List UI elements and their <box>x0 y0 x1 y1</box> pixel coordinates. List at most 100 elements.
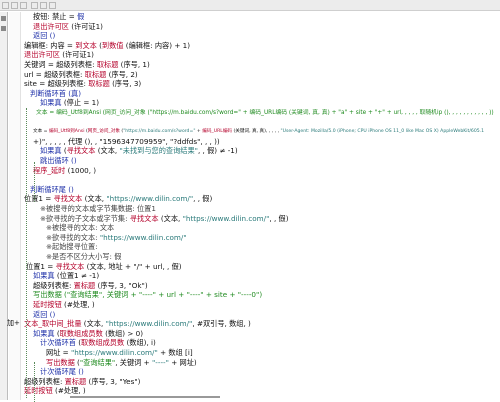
code-line[interactable]: 如果真 (停止 = 1) <box>40 98 99 108</box>
horizontal-scrollbar[interactable] <box>70 396 220 398</box>
code-token: (序号, 3) <box>109 79 142 89</box>
code-token: (停止 = 1) <box>61 98 100 108</box>
code-line[interactable]: ※欲寻找的文本: "https://www.dilin.com/" <box>46 233 187 243</box>
code-token: 延时按钮 <box>33 300 62 309</box>
code-line[interactable]: 超级列表框: 置标题 (序号, 3, "Yes") <box>24 377 140 387</box>
fold-marker[interactable]: 加+ <box>7 318 20 328</box>
code-token: 返回 () <box>33 309 56 319</box>
code-line[interactable]: ※被搜寻的文本或字节集数据: 位置1 <box>40 204 156 214</box>
code-token: 延时按钮 <box>24 386 53 396</box>
code-token: 位置1 = <box>26 261 56 271</box>
code-token: "https://www.dilin.com/" <box>99 232 187 242</box>
code-line[interactable]: 如果真 (位置1 ≠ -1) <box>33 271 99 281</box>
editor-gutter <box>9 12 21 400</box>
code-line[interactable]: 如果真 (寻找文本 (文本, "未找到与您的查询结果", , 假) ≠ -1) <box>40 146 238 156</box>
code-token: (#处理, ) <box>52 386 86 396</box>
code-line[interactable]: 位置1 = 寻找文本 (文本, "https://www.dilin.com/"… <box>24 194 212 204</box>
code-token: , , 假) <box>193 194 213 204</box>
toolbar <box>0 0 500 11</box>
code-line[interactable]: 位置1 = 寻找文本 (文本, 地址 + "/" + url, , 假) <box>26 262 182 272</box>
code-token: (数组), i) <box>124 338 156 348</box>
code-token: 取标题 <box>88 79 110 89</box>
code-token: (数组) > 0) <box>102 328 144 338</box>
code-token: 到数值 <box>101 40 124 50</box>
code-line[interactable]: 如果真 (取数组成员数 (数组) > 0) <box>33 329 143 339</box>
code-line[interactable]: ※欲寻找的子文本或字节集: 寻找文本 (文本, "https://www.dil… <box>40 214 289 224</box>
code-token: (编辑框: 内容) + 1) <box>123 40 191 50</box>
code-line[interactable]: 退出许可区 (许可证1) <box>24 50 94 60</box>
code-token: (文本, <box>82 194 107 204</box>
code-line[interactable]: 退出许可区 (许可证1) <box>33 22 103 32</box>
code-token: 超级列表框: <box>33 280 74 290</box>
code-token: (序号, 1) <box>118 60 150 69</box>
code-token: 取标题 <box>84 69 107 79</box>
code-token: (许可证1) <box>59 50 94 60</box>
code-token: 网址 = <box>46 348 71 357</box>
toolbar-icon-2[interactable] <box>11 2 18 9</box>
code-token: "https://www.dilin.com/" <box>105 319 193 329</box>
code-token: 按钮: 禁止 = <box>33 12 78 21</box>
code-line[interactable]: 网址 = "https://www.dilin.com/" + 数组 [i] <box>46 348 193 358</box>
code-token: 置标题 <box>64 376 87 386</box>
code-token: 编码_URL编码 <box>202 129 233 135</box>
code-token: (1000, ) <box>65 165 97 175</box>
code-line[interactable]: site = 超级列表框: 取标题 (序号, 3) <box>24 79 141 89</box>
code-token: "未找到与您的查询结果" <box>119 146 198 156</box>
code-token: ※欲寻找的子文本或字节集: <box>40 213 130 223</box>
code-token: 编码_Utf8到Ansi <box>48 129 85 135</box>
code-token: "https://m.baidu.com/s?word=" <box>123 129 196 135</box>
code-editor[interactable]: 按钮: 禁止 = 假退出许可区 (许可证1) 返回 () 编辑框: 内容 = 到文本… <box>22 12 498 400</box>
code-token: 寻找文本 <box>129 213 159 223</box>
code-line[interactable]: 写出数据 ("查询结果", 关键词 + "----" + 网址) <box>46 358 197 368</box>
code-token: +)", , , , , 代理 (), , "1596347709959", "… <box>33 136 220 146</box>
code-line[interactable]: 判断循环首 (真) <box>30 89 81 99</box>
code-line[interactable]: 程序_延时 (1000, ) <box>33 166 96 176</box>
code-line[interactable]: 文本_取中间_批量 (文本, "https://www.dilin.com/",… <box>24 319 251 329</box>
tree-guide <box>34 362 35 402</box>
code-token: 寻找文本 <box>66 146 96 156</box>
panel-icon[interactable] <box>1 26 6 31</box>
code-line[interactable]: +)", , , , , 代理 (), , "1596347709959", "… <box>33 137 220 147</box>
toolbar-icon-5[interactable] <box>40 2 47 9</box>
left-panel <box>0 12 8 400</box>
code-line[interactable]: 编辑框: 内容 = 到文本 (到数值 (编辑框: 内容) + 1) <box>24 41 190 51</box>
code-token: url = 超级列表框: <box>24 69 85 79</box>
code-token: ※被搜寻的文本: 文本 <box>46 223 115 233</box>
code-token: 关键词 = 超级列表框: <box>24 60 97 69</box>
code-token: "查询结果" <box>79 357 116 367</box>
code-token: (序号, 2) <box>106 69 138 79</box>
code-line[interactable]: 延时按钮 (#处理, ) <box>33 300 95 310</box>
code-line[interactable]: 文本 = 编码_Utf8到Ansi (网页_访问_对象 ("https://m.… <box>33 127 484 137</box>
code-token: 如果真 <box>33 271 55 281</box>
code-line[interactable]: ※起始搜寻位置: <box>46 242 98 252</box>
code-line[interactable]: 超级列表框: 置标题 (序号, 3, "Ok") <box>33 281 148 291</box>
toolbar-icon-6[interactable] <box>49 2 56 9</box>
code-line[interactable]: 计次循环首 (取数组成员数 (数组), i) <box>40 338 156 348</box>
toolbar-icon-3[interactable] <box>20 2 27 9</box>
code-token: ※起始搜寻位置: <box>46 242 98 252</box>
code-token: , , 假) ≠ -1) <box>197 146 238 156</box>
code-line[interactable]: ※是否不区分大小写: 假 <box>46 252 121 262</box>
code-line[interactable]: 文本 = 编码_Utf8到Ansi (网页_访问_对象 ("https://m.… <box>36 108 494 118</box>
tree-guide <box>26 108 27 398</box>
code-line[interactable]: ※被搜寻的文本: 文本 <box>46 223 114 233</box>
panel-icon[interactable] <box>1 16 6 21</box>
code-line[interactable]: 按钮: 禁止 = 假 <box>33 12 84 22</box>
code-line[interactable]: 返回 () <box>33 31 55 41</box>
code-line[interactable]: 跳出循环 () <box>40 156 77 166</box>
code-token: (文本, <box>81 319 106 329</box>
code-line[interactable]: 关键词 = 超级列表框: 取标题 (序号, 1) <box>24 60 150 70</box>
code-line[interactable]: 写出数据 ("查询结果", 关键词 + "----" + url + "----… <box>33 290 262 300</box>
code-token: 位置1 = <box>24 194 54 204</box>
code-line[interactable]: 判断循环尾 () <box>30 185 74 195</box>
code-token: + 数组 [i] <box>157 348 193 357</box>
code-line[interactable]: url = 超级列表框: 取标题 (序号, 2) <box>24 70 138 80</box>
toolbar-icon-1[interactable] <box>2 2 9 9</box>
code-token: 文本_取中间_批量 <box>24 319 82 329</box>
code-token: 计次循环首 <box>40 338 76 348</box>
toolbar-icon-4[interactable] <box>31 2 38 9</box>
code-token: (文本, <box>158 213 183 223</box>
code-line[interactable]: 计次循环尾 () <box>40 367 84 377</box>
code-token: "https://www.dilin.com/" <box>70 348 158 357</box>
code-line[interactable]: 返回 () <box>33 310 55 320</box>
